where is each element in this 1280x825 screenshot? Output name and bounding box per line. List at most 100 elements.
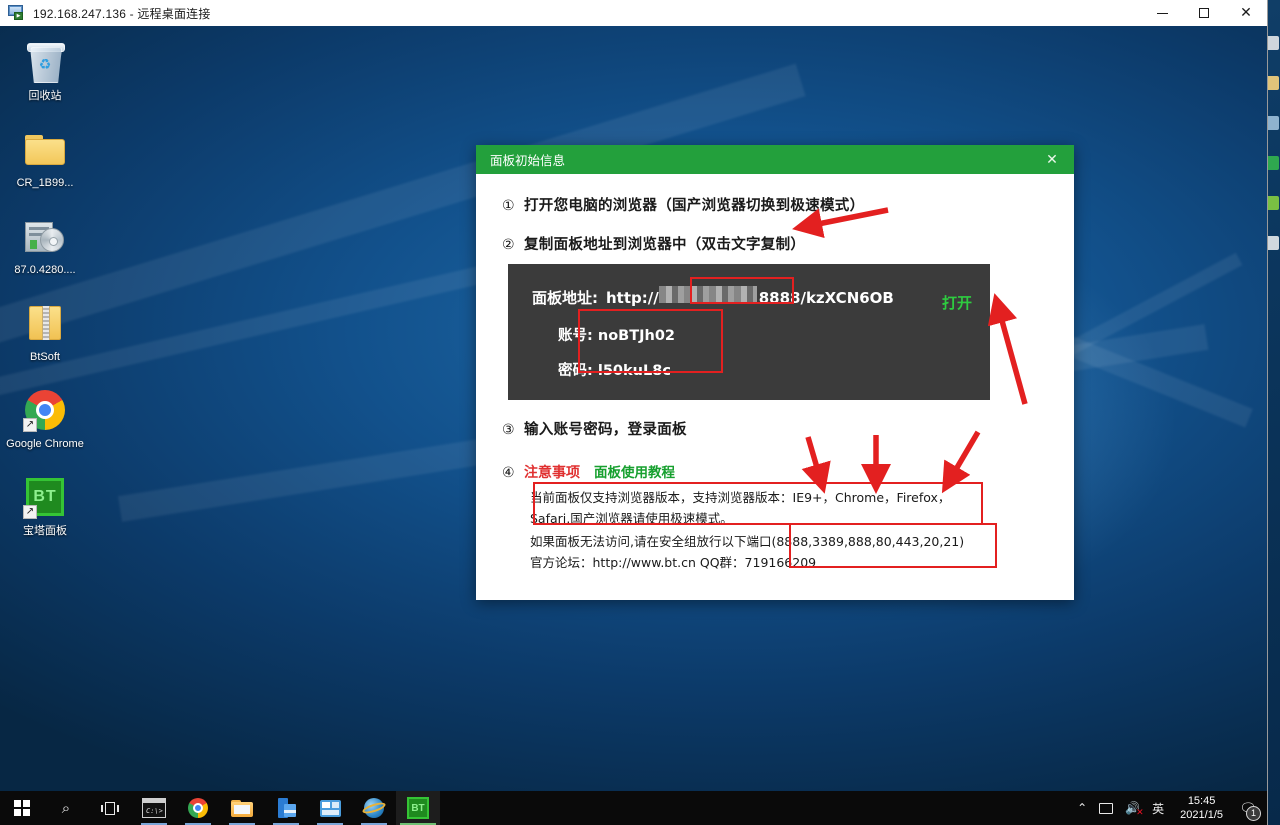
chevron-up-icon: ⌃ — [1077, 801, 1088, 815]
windows-logo-icon — [14, 800, 30, 816]
desktop-icon-label: Google Chrome — [6, 438, 84, 450]
desktop-icon-recycle-bin[interactable]: ♻ 回收站 — [6, 34, 84, 103]
desktop-icon-label: CR_1B99... — [16, 177, 74, 189]
panel-address-line[interactable]: 面板地址: http:// 8888/kzXCN6OB — [532, 286, 970, 308]
close-icon: ✕ — [1046, 151, 1058, 167]
panel-address-suffix: 8888/kzXCN6OB — [758, 289, 894, 307]
notice-line-3: 如果面板无法访问,请在安全组放行以下端口(8888,3389,888,80,44… — [530, 534, 965, 549]
window-titlebar: ▶ 192.168.247.136 - 远程桌面连接 ✕ — [0, 0, 1267, 27]
bt-panel-button[interactable]: BT — [396, 791, 440, 825]
panel-tutorial-link[interactable]: 面板使用教程 — [594, 461, 675, 481]
desktop-icons: ♻ 回收站 CR_1B99... 87.0.4280.... BtSoft ↗ … — [6, 34, 84, 556]
notice-heading: ④ 注意事项 面板使用教程 — [502, 461, 1048, 482]
ie-button[interactable] — [352, 791, 396, 825]
network-button[interactable] — [1093, 791, 1119, 825]
show-hidden-icons-button[interactable]: ⌃ — [1071, 791, 1093, 825]
host-icon-2 — [1265, 76, 1279, 90]
host-icon-3 — [1265, 116, 1279, 130]
file-explorer-button[interactable] — [220, 791, 264, 825]
google-chrome-icon: ↗ — [21, 386, 69, 434]
ime-button[interactable]: 英 — [1146, 791, 1170, 825]
mail-icon — [319, 799, 341, 817]
clock-date: 2021/1/5 — [1180, 809, 1223, 821]
panel-password-line[interactable]: 密码: l50kuL8c — [558, 359, 970, 380]
close-button[interactable]: ✕ — [1225, 0, 1267, 26]
maximize-icon — [1199, 8, 1209, 18]
step-1: ① 打开您电脑的浏览器（国产浏览器切换到极速模式） — [502, 194, 1048, 215]
panel-initial-info-dialog: 面板初始信息 ✕ ① 打开您电脑的浏览器（国产浏览器切换到极速模式） ② 复制面… — [476, 145, 1074, 600]
volume-button[interactable]: 🔊 ✕ — [1119, 791, 1146, 825]
desktop-icon-label: BtSoft — [30, 351, 60, 363]
panel-account-value: noBTJh02 — [597, 328, 675, 344]
task-view-button[interactable] — [88, 791, 132, 825]
step-text: 打开您电脑的浏览器（国产浏览器切换到极速模式） — [524, 198, 865, 214]
start-button[interactable] — [0, 791, 44, 825]
panel-address-prefix: http:// — [606, 289, 659, 307]
panel-address-box: 面板地址: http:// 8888/kzXCN6OB 打开 账号: noBTJ… — [508, 264, 990, 400]
host-icon-4 — [1265, 156, 1279, 170]
close-icon: ✕ — [1240, 5, 1252, 21]
host-icon-1 — [1265, 36, 1279, 50]
folder-icon — [21, 125, 69, 173]
notice-body: 当前面板仅支持浏览器版本，支持浏览器版本：IE9+，Chrome，Firefox… — [530, 488, 1048, 572]
mail-button[interactable] — [308, 791, 352, 825]
desktop-icon-google-chrome[interactable]: ↗ Google Chrome — [6, 382, 84, 451]
remote-desktop-window: ▶ 192.168.247.136 - 远程桌面连接 ✕ ♻ 回收站 CR_1B… — [0, 0, 1267, 825]
maximize-button[interactable] — [1183, 0, 1225, 26]
chrome-button[interactable] — [176, 791, 220, 825]
notice-line-1: 当前面板仅支持浏览器版本，支持浏览器版本：IE9+，Chrome，Firefox… — [530, 490, 951, 505]
dialog-body: ① 打开您电脑的浏览器（国产浏览器切换到极速模式） ② 复制面板地址到浏览器中（… — [476, 174, 1074, 600]
notification-center-button[interactable]: 🗨 1 — [1233, 791, 1263, 825]
host-icon-6 — [1265, 236, 1279, 250]
minimize-icon — [1156, 12, 1168, 14]
file-explorer-icon — [231, 799, 253, 817]
notice-title: 注意事项 — [524, 465, 580, 481]
desktop-icon-label: 87.0.4280.... — [14, 264, 76, 276]
bt-panel-icon: BT — [407, 797, 429, 819]
window-controls: ✕ — [1141, 0, 1267, 26]
dialog-title: 面板初始信息 — [490, 153, 566, 168]
mute-badge-icon: ✕ — [1136, 808, 1144, 818]
notice-line-2: Safari,国产浏览器请使用极速模式。 — [530, 511, 733, 526]
open-panel-link[interactable]: 打开 — [942, 292, 972, 313]
command-prompt-icon: C:\> — [142, 798, 166, 818]
panel-account-label: 账号: — [558, 328, 593, 344]
panel-address-label: 面板地址: — [532, 289, 598, 307]
clock[interactable]: 15:45 2021/1/5 — [1170, 794, 1233, 822]
task-view-icon — [101, 801, 119, 815]
step-number: ② — [502, 237, 515, 253]
store-icon — [276, 798, 296, 818]
shortcut-arrow-icon: ↗ — [23, 505, 37, 519]
minimize-button[interactable] — [1141, 0, 1183, 26]
desktop-icon-bt-panel[interactable]: BT ↗ 宝塔面板 — [6, 469, 84, 538]
desktop-icon-cr-folder[interactable]: CR_1B99... — [6, 121, 84, 190]
window-title: 192.168.247.136 - 远程桌面连接 — [33, 6, 211, 21]
taskbar: ⌕ C:\> BT ⌃ 🔊 ✕ 英 15:45 2021/1/5 1 — [0, 791, 1267, 825]
desktop-icon-btsoft[interactable]: BtSoft — [6, 295, 84, 364]
panel-password-label: 密码: — [558, 363, 593, 379]
dialog-close-button[interactable]: ✕ — [1038, 145, 1066, 174]
desktop-icon-label: 宝塔面板 — [23, 525, 67, 537]
step-text: 输入账号密码，登录面板 — [524, 422, 687, 438]
panel-address-host-masked — [658, 286, 757, 303]
google-chrome-icon — [188, 798, 208, 818]
remote-desktop-canvas: ♻ 回收站 CR_1B99... 87.0.4280.... BtSoft ↗ … — [0, 26, 1267, 825]
command-prompt-button[interactable]: C:\> — [132, 791, 176, 825]
clock-time: 15:45 — [1187, 795, 1216, 807]
ime-indicator: 英 — [1152, 801, 1165, 816]
store-button[interactable] — [264, 791, 308, 825]
step-number: ③ — [502, 422, 515, 438]
panel-password-value: l50kuL8c — [597, 363, 671, 379]
step-number: ④ — [502, 465, 515, 481]
panel-account-line[interactable]: 账号: noBTJh02 — [558, 324, 970, 345]
desktop-icon-chrome-installer[interactable]: 87.0.4280.... — [6, 208, 84, 277]
remote-desktop-icon: ▶ — [8, 5, 26, 21]
recycle-bin-icon: ♻ — [21, 38, 69, 86]
step-number: ① — [502, 198, 515, 214]
internet-explorer-icon — [361, 798, 387, 818]
notification-badge: 1 — [1246, 806, 1261, 821]
dialog-header: 面板初始信息 ✕ — [476, 145, 1074, 174]
host-icon-5 — [1265, 196, 1279, 210]
search-button[interactable]: ⌕ — [44, 791, 88, 825]
system-tray: ⌃ 🔊 ✕ 英 15:45 2021/1/5 1 — [1071, 791, 1267, 825]
